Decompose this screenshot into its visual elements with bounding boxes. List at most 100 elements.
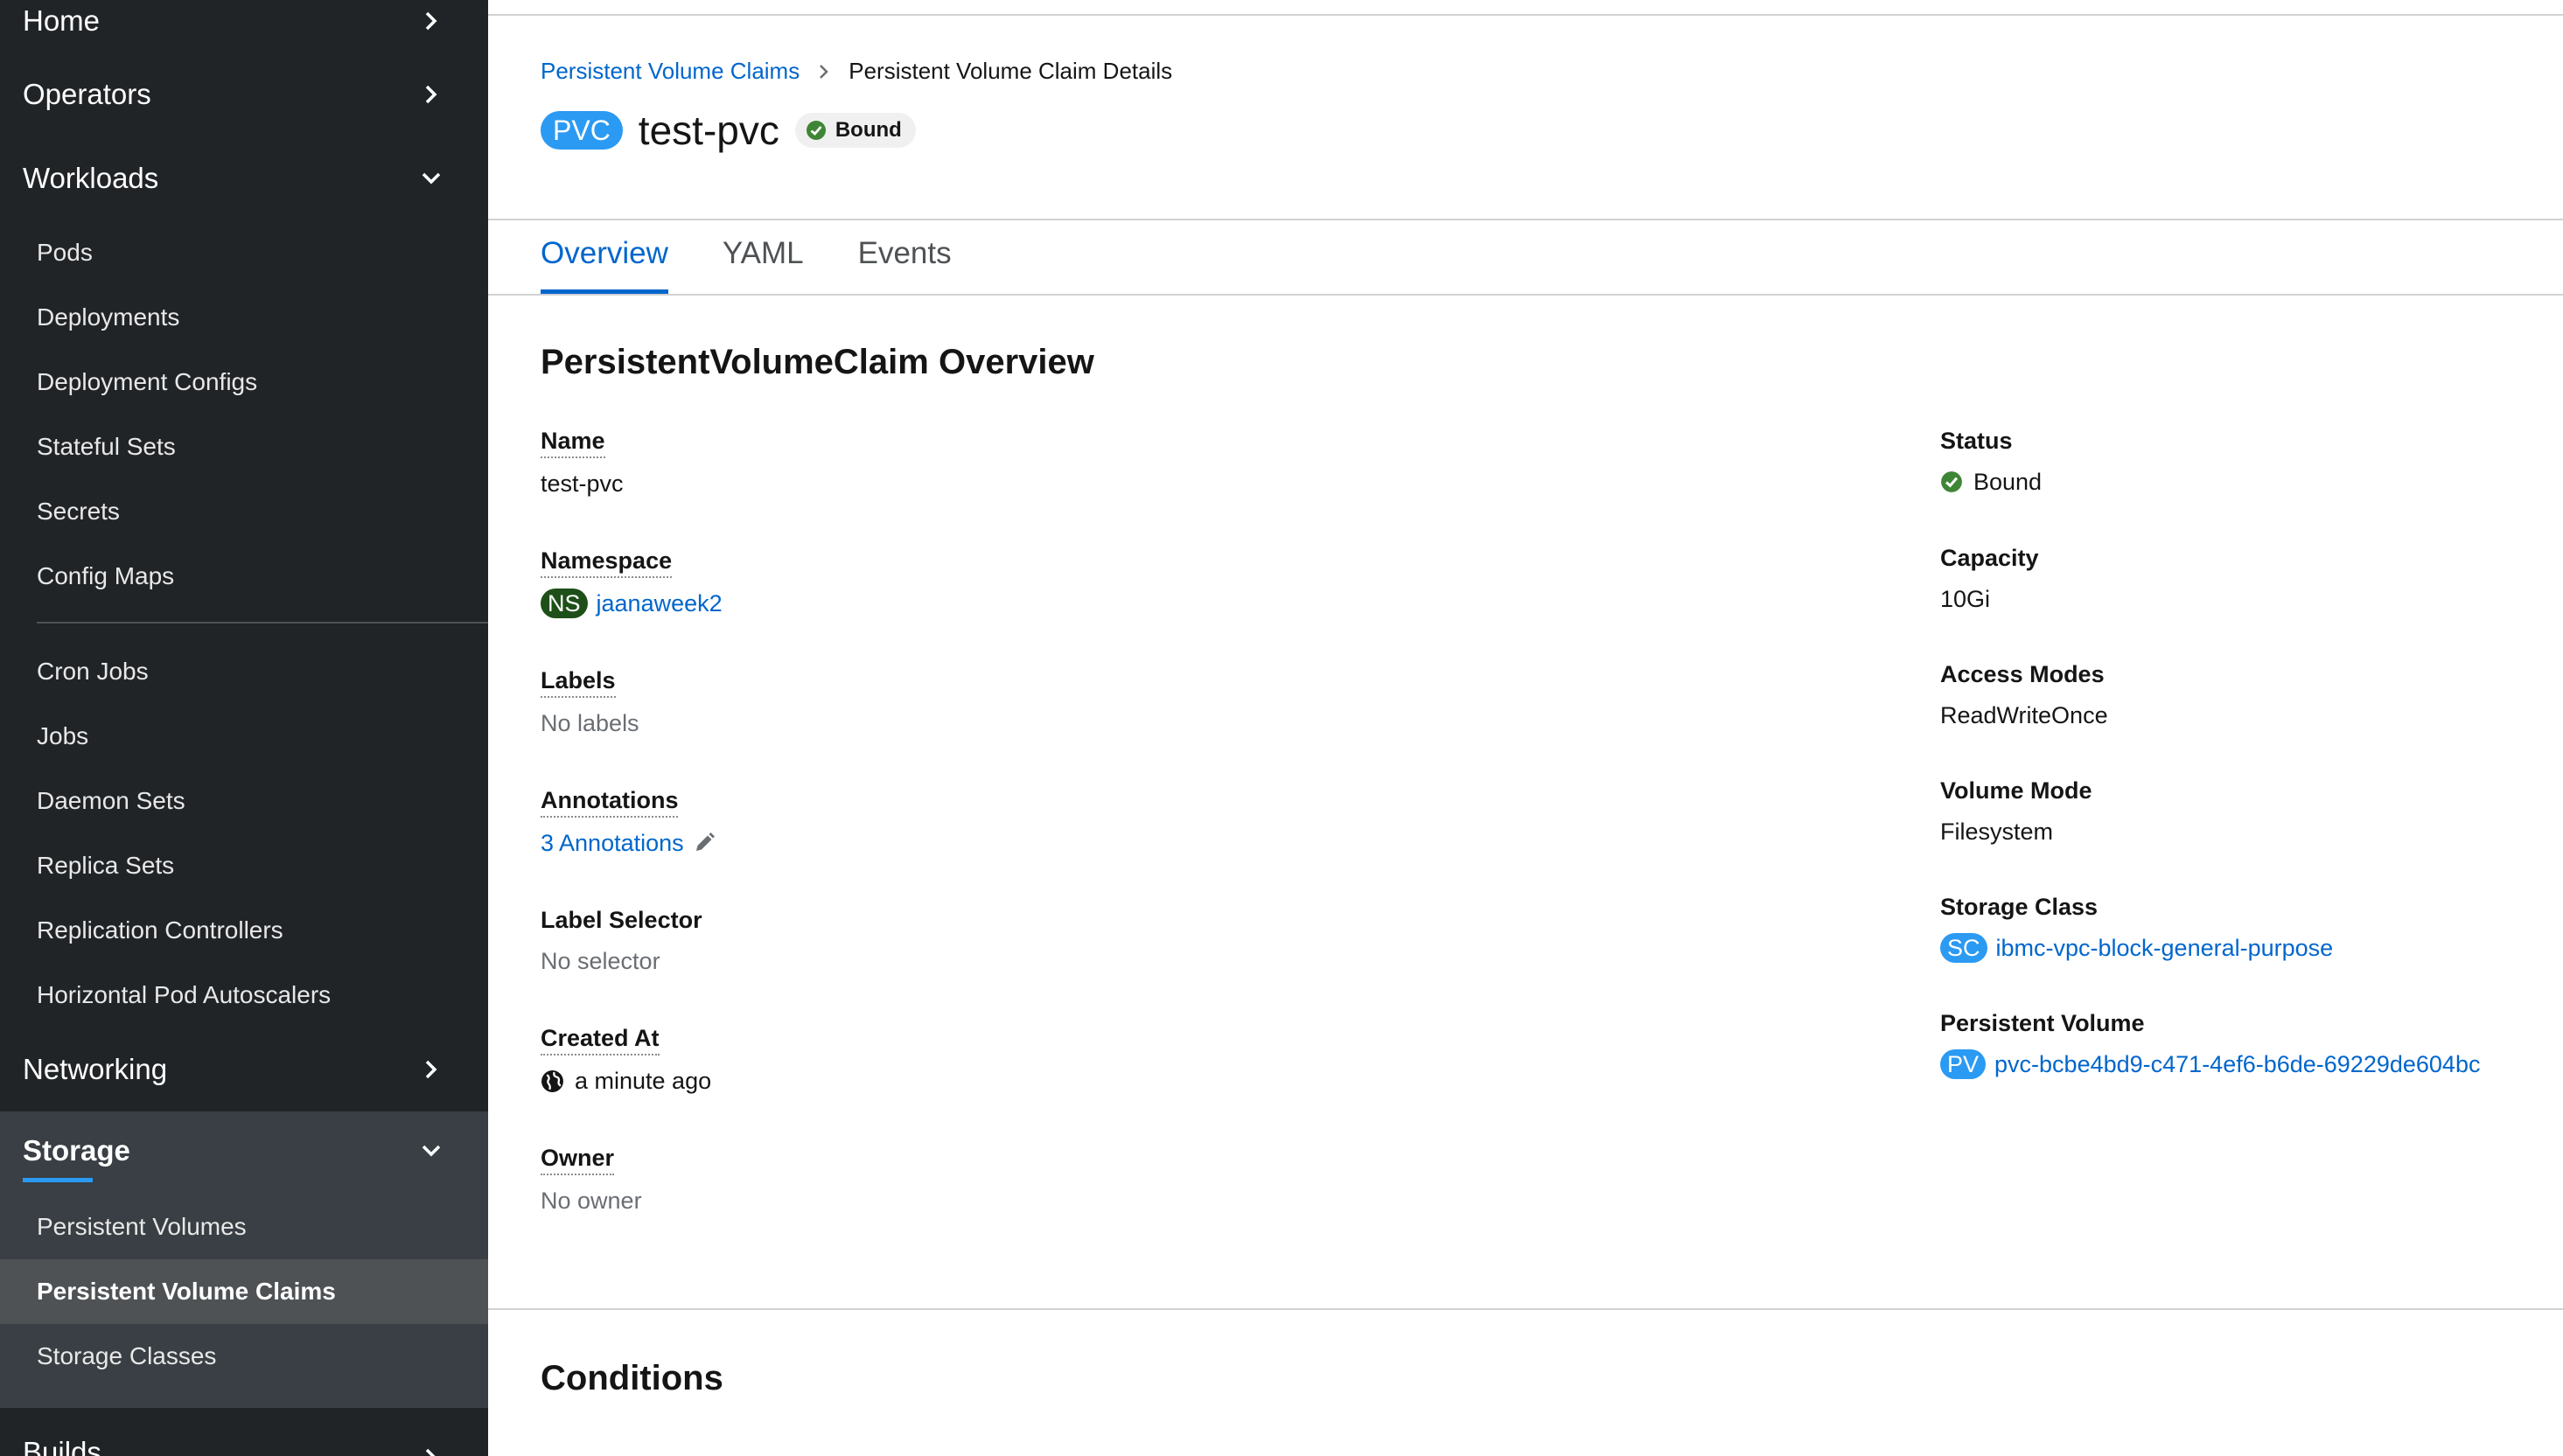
- nav-networking-label: Networking: [23, 1053, 168, 1085]
- conditions-divider: [488, 1308, 2563, 1310]
- field-annotations-label: Annotations: [541, 786, 679, 818]
- breadcrumb-link-pvcs[interactable]: Persistent Volume Claims: [541, 58, 800, 85]
- field-labels-label: Labels: [541, 666, 616, 698]
- field-created-value: a minute ago: [541, 1066, 723, 1096]
- field-status-label: Status: [1940, 428, 2013, 454]
- nav-networking[interactable]: Networking: [0, 1028, 488, 1111]
- main-content: Persistent Volume Claims Persistent Volu…: [488, 0, 2563, 1456]
- breadcrumb-separator-icon: [819, 64, 829, 80]
- created-at-text: a minute ago: [575, 1068, 712, 1094]
- field-created-at: Created At a minute ago: [541, 1024, 723, 1144]
- status-badge: Bound: [794, 113, 916, 148]
- details-left-column: Name test-pvc Namespace NS jaanaweek2 La…: [541, 427, 723, 1216]
- tabs-divider-bottom: [488, 294, 2563, 296]
- chevron-right-icon: [420, 10, 443, 32]
- field-name-value: test-pvc: [541, 470, 624, 497]
- field-capacity-label: Capacity: [1940, 545, 2039, 571]
- sidebar-item-stateful-sets[interactable]: Stateful Sets: [0, 415, 488, 479]
- sidebar-item-deployment-configs[interactable]: Deployment Configs: [0, 350, 488, 415]
- field-status: Status Bound: [1940, 427, 2480, 544]
- field-volume-mode-label: Volume Mode: [1940, 777, 2092, 804]
- persistent-volume-link[interactable]: pvc-bcbe4bd9-c471-4ef6-b6de-69229de604bc: [1994, 1049, 2480, 1079]
- sidebar-item-persistent-volume-claims[interactable]: Persistent Volume Claims: [0, 1259, 488, 1324]
- chevron-down-icon: [420, 167, 443, 190]
- field-annotations-value: 3 Annotations: [541, 828, 723, 858]
- nav-divider: [37, 622, 488, 624]
- field-status-value: Bound: [1940, 467, 2480, 497]
- nav-workloads-label: Workloads: [23, 162, 159, 194]
- sidebar-item-cron-jobs[interactable]: Cron Jobs: [0, 639, 488, 704]
- pencil-icon[interactable]: [693, 832, 716, 854]
- persistent-volume-badge: PV: [1940, 1049, 1987, 1079]
- field-storage-class-label: Storage Class: [1940, 894, 2099, 920]
- nav-operators-label: Operators: [23, 78, 151, 110]
- field-pv-label: Persistent Volume: [1940, 1010, 2145, 1036]
- check-circle-icon: [1940, 470, 1963, 493]
- overview-title: PersistentVolumeClaim Overview: [541, 343, 1094, 381]
- sidebar-item-horizontal-pod-autoscalers[interactable]: Horizontal Pod Autoscalers: [0, 963, 488, 1028]
- field-labels-value: No labels: [541, 710, 639, 736]
- field-pv-value: PV pvc-bcbe4bd9-c471-4ef6-b6de-69229de60…: [1940, 1049, 2480, 1079]
- sidebar-item-persistent-volumes[interactable]: Persistent Volumes: [0, 1195, 488, 1259]
- field-annotations: Annotations 3 Annotations: [541, 786, 723, 906]
- status-badge-label: Bound: [835, 118, 902, 142]
- field-labels: Labels No labels: [541, 666, 723, 786]
- chevron-right-icon: [420, 1058, 443, 1081]
- nav-home[interactable]: Home: [0, 0, 488, 52]
- field-persistent-volume: Persistent Volume PV pvc-bcbe4bd9-c471-4…: [1940, 1009, 2480, 1079]
- namespace-badge: NS: [541, 589, 588, 618]
- resource-kind-badge: PVC: [541, 111, 623, 150]
- field-access-modes: Access Modes ReadWriteOnce: [1940, 660, 2480, 777]
- tab-yaml[interactable]: YAML: [723, 220, 804, 294]
- sidebar-item-secrets[interactable]: Secrets: [0, 479, 488, 544]
- sidebar-item-config-maps[interactable]: Config Maps: [0, 544, 488, 609]
- storage-class-link[interactable]: ibmc-vpc-block-general-purpose: [1996, 933, 2334, 963]
- field-owner-label: Owner: [541, 1144, 615, 1175]
- sidebar-item-pods[interactable]: Pods: [0, 220, 488, 285]
- breadcrumb: Persistent Volume Claims Persistent Volu…: [541, 58, 1172, 85]
- nav-storage-label: Storage: [23, 1134, 130, 1167]
- breadcrumb-current: Persistent Volume Claim Details: [849, 58, 1173, 84]
- sidebar-item-replication-controllers[interactable]: Replication Controllers: [0, 898, 488, 963]
- field-capacity: Capacity 10Gi: [1940, 544, 2480, 660]
- namespace-link[interactable]: jaanaweek2: [597, 589, 723, 618]
- field-storage-class-value: SC ibmc-vpc-block-general-purpose: [1940, 933, 2480, 963]
- field-storage-class: Storage Class SC ibmc-vpc-block-general-…: [1940, 893, 2480, 1009]
- details-right-column: Status Bound Capacity 10Gi Access Modes …: [1940, 427, 2480, 1079]
- field-access-label: Access Modes: [1940, 661, 2105, 687]
- sidebar-item-deployments[interactable]: Deployments: [0, 285, 488, 350]
- field-name: Name test-pvc: [541, 427, 723, 547]
- sidebar-item-daemon-sets[interactable]: Daemon Sets: [0, 769, 488, 833]
- check-circle-icon: [806, 121, 826, 140]
- nav-storage-group: Storage Persistent Volumes Persistent Vo…: [0, 1111, 488, 1408]
- globe-icon: [541, 1069, 564, 1093]
- nav-workloads[interactable]: Workloads: [0, 136, 488, 220]
- page-title: PVC test-pvc Bound: [541, 107, 916, 154]
- resource-name: test-pvc: [638, 108, 779, 153]
- nav-home-label: Home: [23, 4, 101, 37]
- sidebar-item-jobs[interactable]: Jobs: [0, 704, 488, 769]
- nav-operators[interactable]: Operators: [0, 52, 488, 136]
- field-owner-value: No owner: [541, 1188, 642, 1214]
- sidebar-item-replica-sets[interactable]: Replica Sets: [0, 833, 488, 898]
- annotations-link[interactable]: 3 Annotations: [541, 828, 684, 858]
- nav-builds-label: Builds: [23, 1436, 101, 1456]
- tab-events[interactable]: Events: [858, 220, 952, 294]
- field-created-label: Created At: [541, 1024, 660, 1055]
- field-name-label: Name: [541, 427, 605, 458]
- field-namespace-value: NS jaanaweek2: [541, 589, 723, 618]
- chevron-right-icon: [420, 1446, 443, 1456]
- field-selector-label: Label Selector: [541, 907, 702, 933]
- status-text: Bound: [1973, 469, 2043, 495]
- sidebar: Home Operators Workloads Pods Deployment…: [0, 0, 488, 1456]
- field-access-value: ReadWriteOnce: [1940, 702, 2108, 728]
- field-owner: Owner No owner: [541, 1144, 723, 1216]
- sidebar-item-storage-classes[interactable]: Storage Classes: [0, 1324, 488, 1389]
- field-capacity-value: 10Gi: [1940, 586, 1991, 612]
- field-selector-value: No selector: [541, 948, 660, 974]
- nav-builds[interactable]: Builds: [0, 1408, 488, 1456]
- tab-overview[interactable]: Overview: [541, 220, 668, 294]
- field-volume-mode: Volume Mode Filesystem: [1940, 777, 2480, 893]
- field-volume-mode-value: Filesystem: [1940, 819, 2054, 845]
- chevron-right-icon: [420, 83, 443, 106]
